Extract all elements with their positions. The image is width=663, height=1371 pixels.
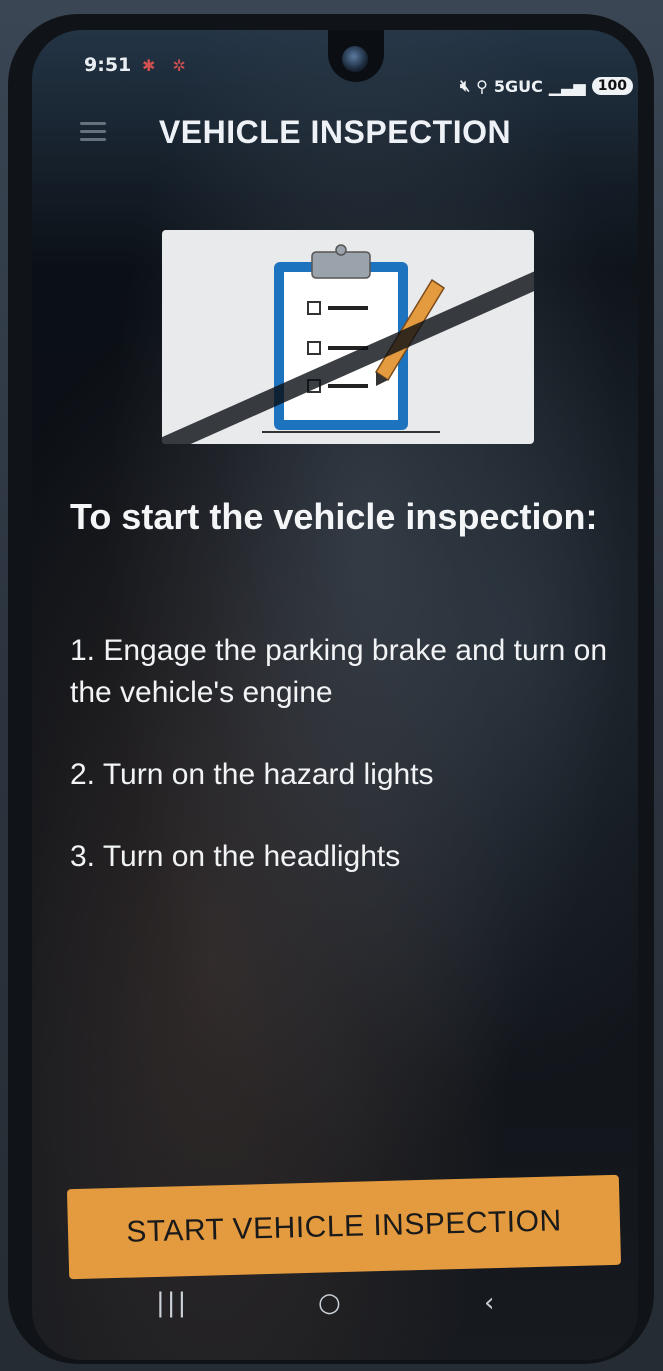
battery-level: 100 <box>591 77 633 95</box>
page-title: VEHICLE INSPECTION <box>158 114 512 150</box>
recent-apps-button[interactable]: ||| <box>156 1288 188 1318</box>
step-2: 2. Turn on the hazard lights <box>70 758 434 791</box>
system-nav-bar: ||| ○ ‹ <box>32 1280 638 1340</box>
home-button[interactable]: ○ <box>318 1288 341 1318</box>
status-time: 9:51 <box>84 54 132 76</box>
instructions-heading: To start the vehicle inspection: <box>70 496 598 537</box>
location-icon: ⚲ <box>476 76 488 96</box>
step-1: 1. Engage the parking brake and turn on … <box>70 634 608 709</box>
instruction-steps: 1. Engage the parking brake and turn on … <box>70 630 630 918</box>
notification-icons: ✱ ✲ <box>142 56 192 75</box>
status-right-group: 🔇︎ ⚲ 5GUC ▁▃▅ 100 <box>460 76 633 96</box>
inspection-illustration <box>162 230 534 444</box>
signal-icon: ▁▃▅ <box>548 76 586 96</box>
app-screen: 9:51 ✱ ✲ 🔇︎ ⚲ 5GUC ▁▃▅ 100 VEHICLE INSPE… <box>32 30 638 1360</box>
mute-icon: 🔇︎ <box>460 76 471 95</box>
step-3: 3. Turn on the headlights <box>70 840 401 873</box>
start-inspection-button[interactable]: START VEHICLE INSPECTION <box>66 1174 622 1280</box>
phone-frame: 9:51 ✱ ✲ 🔇︎ ⚲ 5GUC ▁▃▅ 100 VEHICLE INSPE… <box>0 0 663 1371</box>
network-type: 5GUC <box>493 76 543 96</box>
back-button[interactable]: ‹ <box>484 1288 494 1318</box>
camera-icon <box>342 46 368 72</box>
